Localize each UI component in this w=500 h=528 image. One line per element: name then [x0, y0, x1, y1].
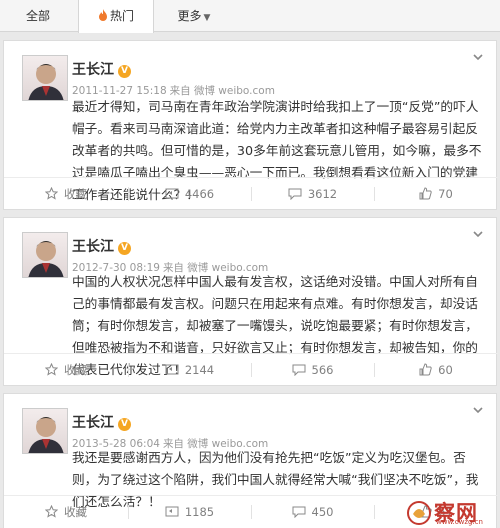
- author-name[interactable]: 王长江 V: [72, 236, 131, 256]
- tab-all-label: 全部: [25, 9, 50, 23]
- site-watermark: 察网 www.cwzg.cn: [406, 500, 496, 526]
- filter-tab-bar: 全部 热门 更多 ▼: [0, 0, 500, 33]
- repost-button[interactable]: 4466: [128, 178, 251, 210]
- post-actions: 收藏 4466 3612 70: [4, 177, 498, 209]
- comment-button[interactable]: 566: [251, 354, 374, 386]
- comment-icon: [288, 188, 302, 201]
- comment-button[interactable]: 450: [251, 496, 374, 528]
- post-actions: 收藏 2144 566 60: [4, 353, 498, 385]
- comment-icon: [292, 364, 306, 377]
- chevron-down-icon[interactable]: [472, 404, 484, 416]
- comment-button[interactable]: 3612: [251, 178, 374, 210]
- avatar[interactable]: [22, 408, 68, 454]
- favorite-button[interactable]: 收藏: [4, 354, 128, 386]
- author-name[interactable]: 王长江 V: [72, 412, 131, 432]
- tab-more-label: 更多: [177, 9, 202, 23]
- avatar[interactable]: [22, 232, 68, 278]
- tab-hot[interactable]: 热门: [78, 0, 154, 33]
- repost-button[interactable]: 2144: [128, 354, 251, 386]
- star-icon: [44, 362, 59, 376]
- star-icon: [44, 186, 59, 200]
- watermark-url: www.cwzg.cn: [436, 518, 483, 526]
- tab-hot-label: 热门: [109, 9, 134, 23]
- repost-icon: [165, 188, 179, 199]
- favorite-button[interactable]: 收藏: [4, 178, 128, 210]
- chevron-down-icon: ▼: [203, 13, 211, 23]
- tab-more[interactable]: 更多 ▼: [156, 0, 232, 32]
- chevron-down-icon[interactable]: [472, 51, 484, 63]
- like-button[interactable]: 70: [374, 178, 498, 210]
- author-name[interactable]: 王长江 V: [72, 59, 131, 79]
- weibo-post: 王长江 V 2012-7-30 08:19 来自 微博 weibo.com 中国的人…: [3, 217, 498, 386]
- comment-icon: [292, 506, 306, 519]
- tab-all[interactable]: 全部: [0, 0, 76, 32]
- chevron-down-icon[interactable]: [472, 228, 484, 240]
- repost-button[interactable]: 1185: [128, 496, 251, 528]
- like-button[interactable]: 60: [374, 354, 498, 386]
- avatar[interactable]: [22, 55, 68, 101]
- thumbs-up-icon: [419, 363, 432, 376]
- verified-icon: V: [118, 242, 131, 255]
- favorite-button[interactable]: 收藏: [4, 496, 128, 528]
- star-icon: [44, 504, 59, 518]
- fire-icon: [98, 9, 107, 21]
- verified-icon: V: [118, 418, 131, 431]
- verified-icon: V: [118, 65, 131, 78]
- weibo-post: 王长江 V 2011-11-27 15:18 来自 微博 weibo.com 最近才…: [3, 40, 498, 210]
- watermark-logo-icon: [407, 501, 431, 525]
- repost-icon: [165, 506, 179, 517]
- repost-icon: [165, 364, 179, 375]
- thumbs-up-icon: [419, 187, 432, 200]
